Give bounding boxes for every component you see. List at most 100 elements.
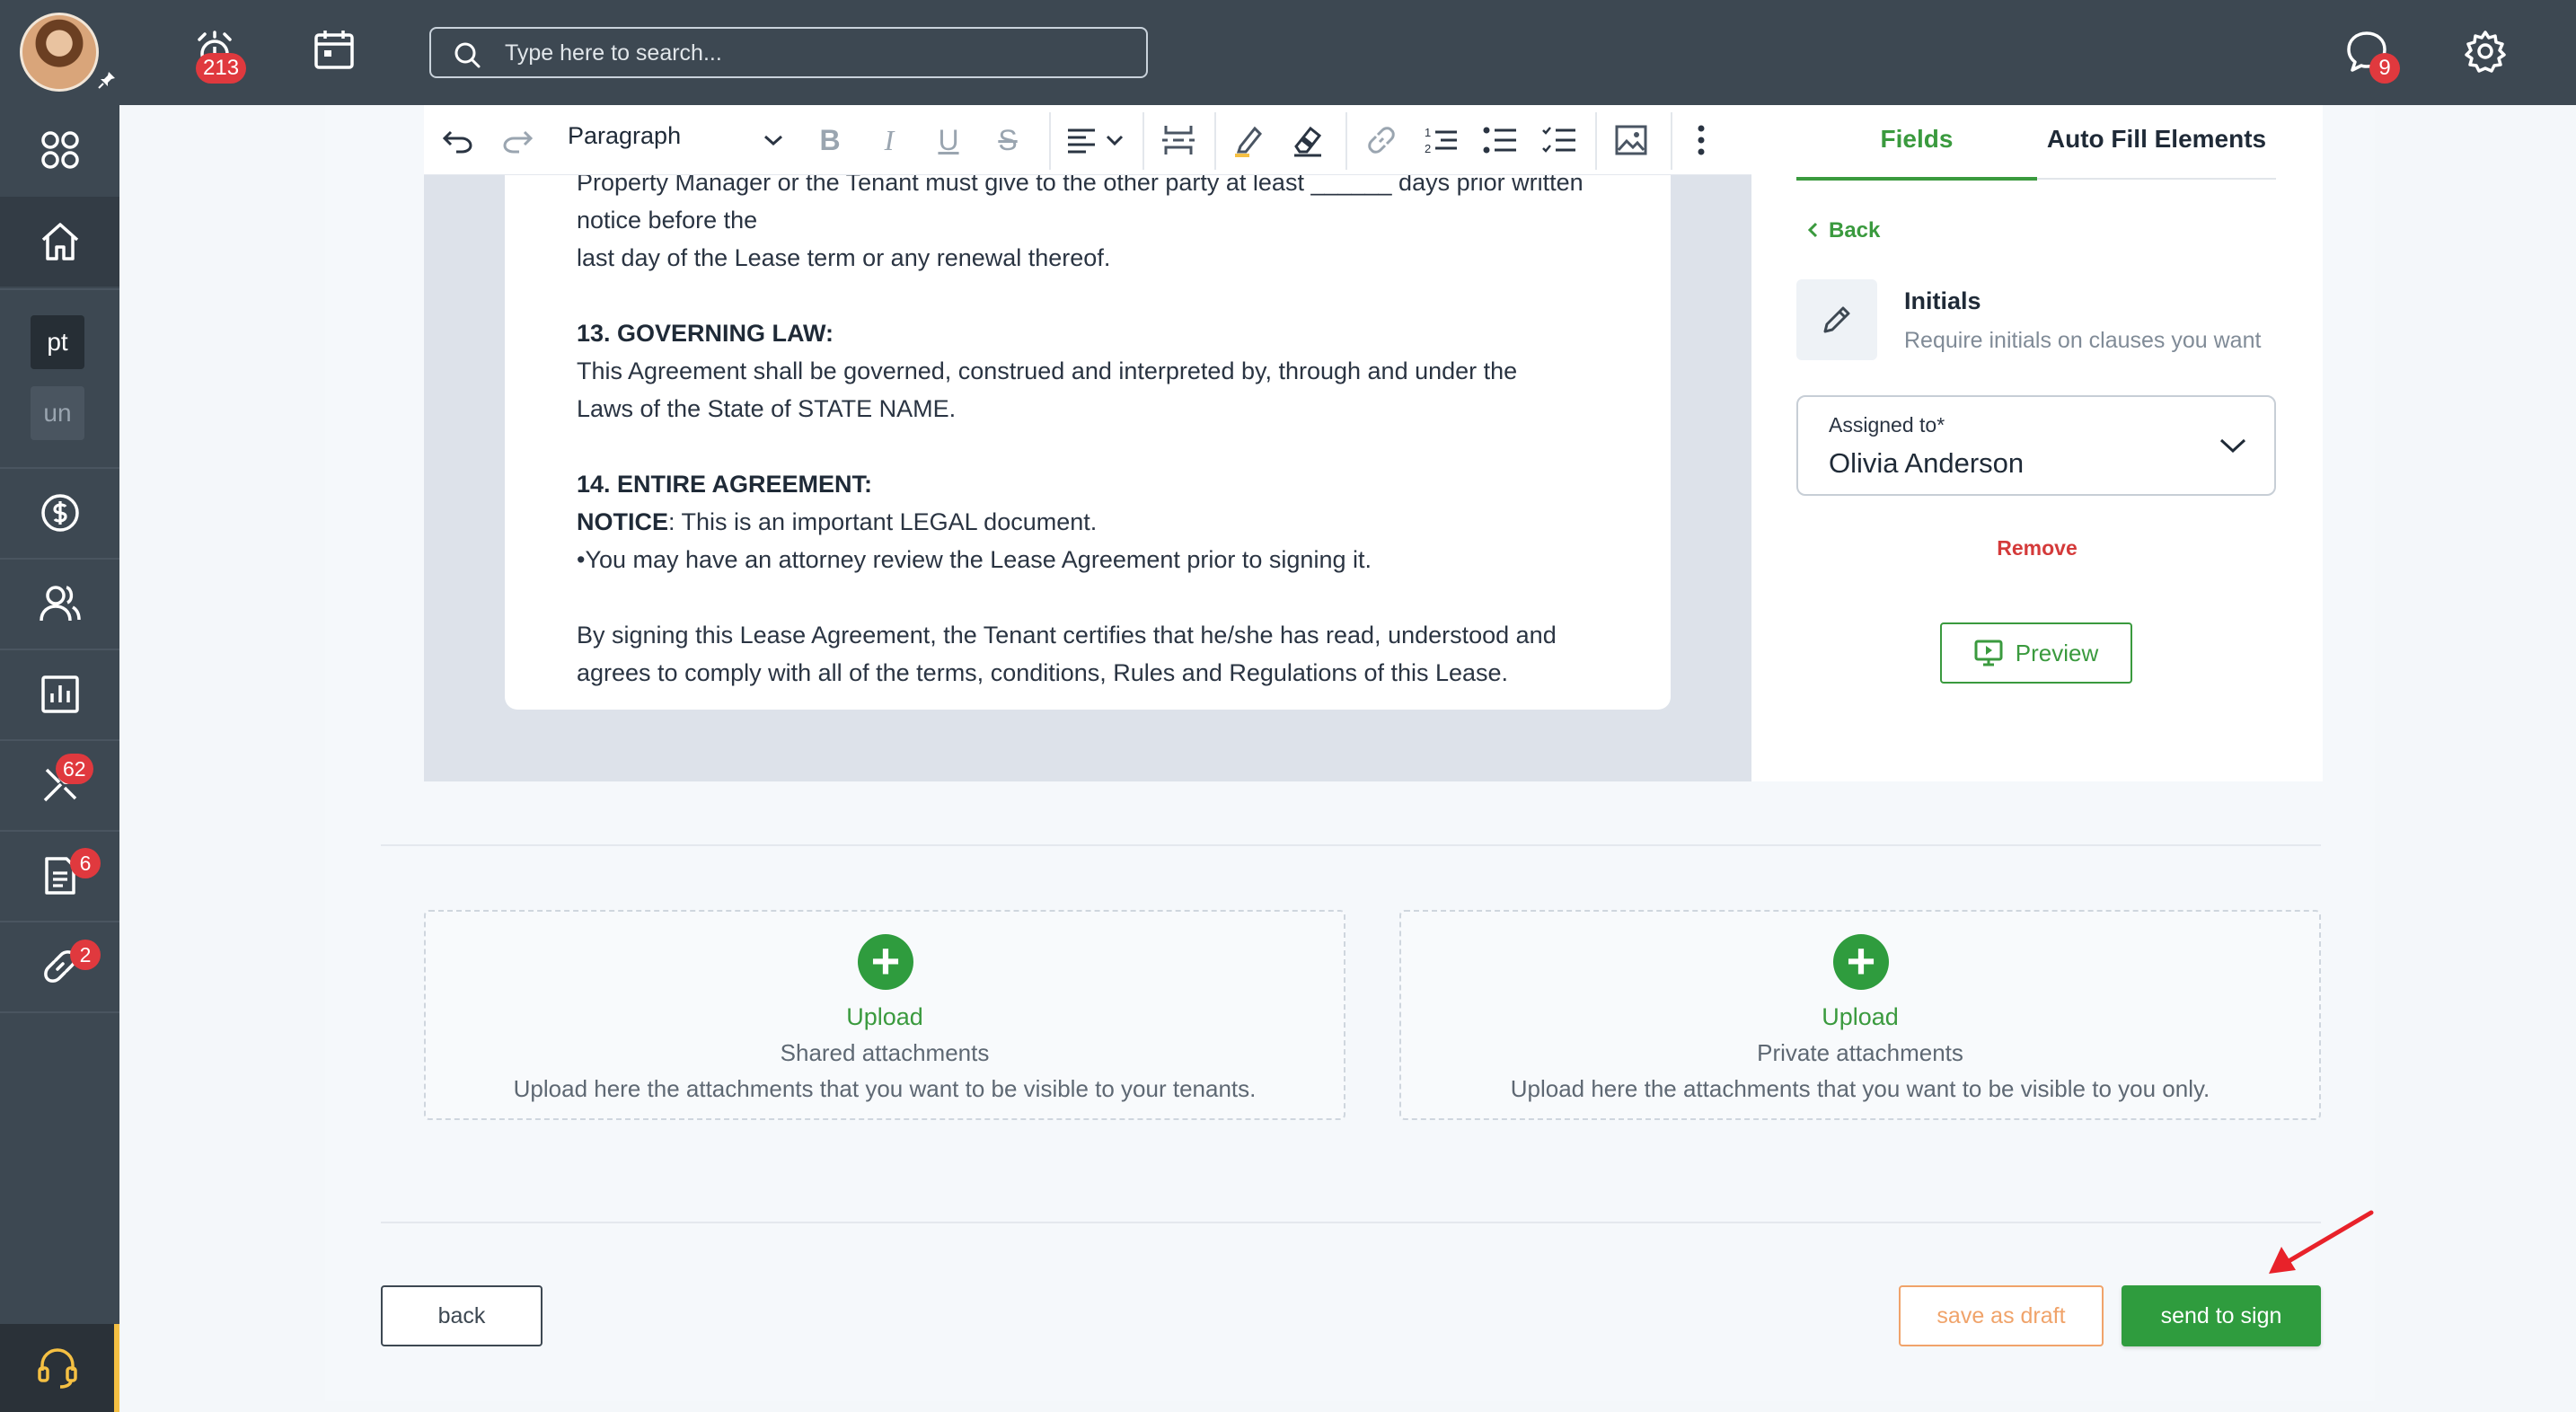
doc-notice: NOTICE: This is an important LEGAL docum… — [577, 503, 1636, 541]
assigned-to-select[interactable]: Assigned to* Olivia Anderson — [1796, 395, 2276, 496]
numbered-list-icon[interactable]: 12 — [1421, 123, 1460, 157]
sidebar-item-reports[interactable] — [0, 649, 119, 739]
bold-button[interactable]: B — [812, 123, 848, 157]
italic-button[interactable]: I — [871, 123, 907, 157]
doc-bullet: •You may have an attorney review the Lea… — [577, 546, 1372, 573]
align-chevron-icon[interactable] — [1103, 123, 1126, 157]
doc-line-3: last day of the Lease term or any renewa… — [577, 244, 1111, 271]
sidebar: pt un 62 6 2 — [0, 105, 119, 1412]
redo-button[interactable] — [498, 123, 537, 157]
undo-button[interactable] — [438, 123, 478, 157]
doc-final-2: agrees to comply with all of the terms, … — [577, 659, 1509, 686]
sidebar-item-documents[interactable] — [0, 831, 119, 921]
messages-badge: 9 — [2369, 53, 2400, 84]
back-link[interactable]: Back — [1805, 218, 1880, 243]
home-icon — [41, 223, 78, 260]
plus-icon: + — [1833, 934, 1889, 990]
pin-icon — [97, 70, 117, 90]
send-to-sign-button[interactable]: send to sign — [2122, 1285, 2321, 1346]
more-options-icon[interactable] — [1681, 123, 1721, 157]
upload-private-link[interactable]: Upload — [1401, 1003, 2319, 1031]
notice-label: NOTICE — [577, 508, 669, 535]
remove-field-button[interactable]: Remove — [1751, 536, 2323, 560]
doc-line-2: notice before the — [577, 207, 758, 234]
active-tab-indicator — [1796, 177, 2037, 181]
private-attachments-title: Private attachments — [1757, 1039, 1963, 1066]
documents-badge: 6 — [70, 848, 101, 878]
notice-text: : This is an important LEGAL document. — [668, 508, 1098, 535]
doc-p13-a: This Agreement shall be governed, constr… — [577, 357, 1518, 384]
sidebar-item-home[interactable] — [0, 197, 119, 287]
sidebar-item-pt[interactable]: pt — [31, 315, 84, 369]
maintenance-badge: 62 — [56, 754, 93, 784]
assigned-to-value: Olivia Anderson — [1829, 447, 2025, 479]
apps-grid-icon — [40, 131, 79, 169]
support-button[interactable] — [0, 1324, 119, 1412]
svg-text:2: 2 — [1425, 142, 1431, 155]
sidebar-item-apps[interactable] — [0, 105, 119, 195]
tab-fields[interactable]: Fields — [1796, 125, 2037, 179]
svg-text:1: 1 — [1425, 126, 1431, 139]
sidebar-item-maintenance[interactable] — [0, 740, 119, 830]
document-page[interactable]: Property Manager or the Tenant must give… — [505, 162, 1671, 710]
assigned-to-label: Assigned to* — [1829, 413, 1945, 437]
bullet-list-icon[interactable] — [1480, 123, 1520, 157]
doc-heading-14: 14. ENTIRE AGREEMENT: — [577, 471, 873, 498]
sidebar-item-un[interactable]: un — [31, 386, 84, 440]
page-break-icon[interactable] — [1159, 123, 1198, 157]
chevron-down-icon — [2219, 438, 2246, 454]
sidebar-item-people[interactable] — [0, 559, 119, 649]
upload-shared-link[interactable]: Upload — [426, 1003, 1344, 1031]
doc-final-1: By signing this Lease Agreement, the Ten… — [577, 622, 1557, 649]
plus-icon: + — [858, 934, 913, 990]
strikethrough-button[interactable]: S — [990, 123, 1026, 157]
checklist-icon[interactable] — [1539, 123, 1579, 157]
shared-attachments-title: Shared attachments — [780, 1039, 990, 1066]
preview-button[interactable]: Preview — [1940, 622, 2132, 684]
shared-attachments-dropzone[interactable]: + Upload Shared attachments Upload here … — [424, 910, 1345, 1120]
block-format-select[interactable]: Paragraph — [568, 122, 681, 150]
editor-toolbar: Paragraph B I U S 12 — [424, 105, 1751, 175]
search-icon — [454, 42, 481, 68]
save-as-draft-button[interactable]: save as draft — [1899, 1285, 2104, 1346]
monitor-play-icon — [1974, 640, 2003, 666]
chevron-left-icon — [1807, 222, 1818, 238]
bar-chart-icon — [40, 675, 79, 713]
pencil-icon — [1823, 306, 1850, 333]
annotation-arrow-icon — [2269, 1210, 2374, 1274]
sidebar-item-links[interactable] — [0, 922, 119, 1011]
headset-icon — [37, 1348, 77, 1389]
highlight-icon[interactable] — [1229, 123, 1268, 157]
eraser-icon[interactable] — [1288, 123, 1328, 157]
top-bar: 213 9 — [0, 0, 2576, 105]
redo-icon — [503, 130, 534, 154]
gear-icon[interactable] — [2463, 29, 2508, 74]
fields-panel: Fields Auto Fill Elements Back Initials … — [1751, 105, 2323, 781]
undo-icon — [442, 130, 472, 154]
divider — [381, 844, 2321, 846]
search-box[interactable] — [429, 27, 1148, 78]
field-title: Initials — [1904, 287, 1981, 314]
user-avatar[interactable] — [20, 13, 99, 92]
sidebar-item-accounting[interactable] — [0, 468, 119, 558]
underline-button[interactable]: U — [931, 123, 966, 157]
dollar-icon — [40, 494, 79, 532]
divider — [381, 1222, 2321, 1223]
align-left-icon[interactable] — [1063, 123, 1099, 157]
field-subtitle: Require initials on clauses you want — [1904, 328, 2262, 353]
alerts-badge: 213 — [196, 53, 247, 84]
users-icon — [39, 586, 81, 622]
doc-p13-b: Laws of the State of STATE NAME. — [577, 395, 957, 422]
back-button[interactable]: back — [381, 1285, 543, 1346]
chevron-down-icon[interactable] — [760, 123, 787, 157]
link-insert-icon[interactable] — [1362, 123, 1401, 157]
search-input[interactable] — [505, 36, 1125, 70]
doc-heading-13: 13. GOVERNING LAW: — [577, 320, 834, 347]
tab-auto-fill-elements[interactable]: Auto Fill Elements — [2037, 125, 2276, 179]
calendar-icon[interactable] — [312, 27, 357, 72]
image-insert-icon[interactable] — [1611, 123, 1651, 157]
initials-field-icon-box — [1796, 279, 1877, 360]
links-badge: 2 — [70, 940, 101, 970]
private-attachments-dropzone[interactable]: + Upload Private attachments Upload here… — [1399, 910, 2321, 1120]
shared-attachments-description: Upload here the attachments that you wan… — [513, 1075, 1257, 1102]
